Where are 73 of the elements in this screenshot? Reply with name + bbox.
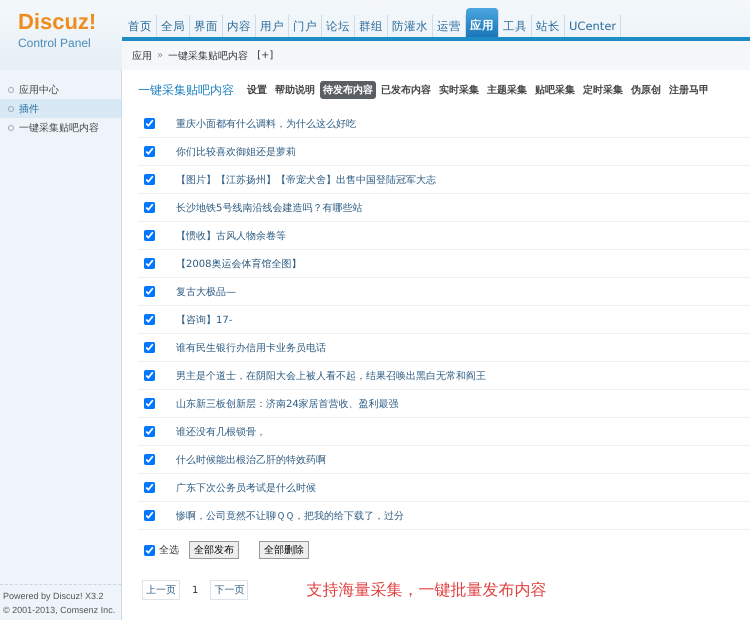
row-checkbox[interactable] bbox=[144, 454, 155, 465]
row-checkbox[interactable] bbox=[144, 174, 155, 185]
post-title[interactable]: 什么时候能出根治乙肝的特效药啊 bbox=[176, 452, 326, 466]
nav-tab[interactable]: 界面 bbox=[190, 15, 223, 37]
row-checkbox[interactable] bbox=[144, 314, 155, 325]
post-title[interactable]: 广东下次公务员考试是什么时候 bbox=[176, 480, 316, 494]
add-link[interactable]: [+] bbox=[257, 50, 274, 61]
nav-tab[interactable]: 站长 bbox=[532, 15, 565, 37]
plugin-tab[interactable]: 设置 bbox=[244, 81, 270, 99]
row-checkbox[interactable] bbox=[144, 370, 155, 381]
nav-tab[interactable]: 工具 bbox=[499, 15, 532, 37]
post-title[interactable]: 【2008奥运会体育馆全图】 bbox=[176, 256, 302, 270]
plugin-tab[interactable]: 实时采集 bbox=[436, 81, 482, 99]
row-checkbox[interactable] bbox=[144, 146, 155, 157]
footer-text: © 2001-2013, Comsenz Inc. bbox=[3, 604, 116, 617]
nav-tab[interactable]: 用户 bbox=[256, 15, 289, 37]
nav-tab[interactable]: UCenter bbox=[565, 15, 622, 37]
plugin-tab[interactable]: 帮助说明 bbox=[272, 81, 318, 99]
row-checkbox[interactable] bbox=[144, 342, 155, 353]
sidebar-item[interactable]: 插件 bbox=[0, 99, 121, 118]
post-title[interactable]: 男主是个道士，在阴阳大会上被人看不起，结果召唤出黑白无常和阎王 bbox=[176, 368, 486, 382]
row-checkbox[interactable] bbox=[144, 258, 155, 269]
prev-page-link[interactable]: 上一页 bbox=[142, 580, 180, 600]
sidebar-item[interactable]: 一键采集贴吧内容 bbox=[0, 118, 121, 137]
caption-text: 支持海量采集，一键批量发布内容 bbox=[306, 580, 546, 600]
plugin-tab[interactable]: 主题采集 bbox=[484, 81, 530, 99]
select-all-checkbox[interactable] bbox=[144, 544, 155, 556]
row-checkbox[interactable] bbox=[144, 202, 155, 213]
post-title[interactable]: 【惯收】古风人物余卷等 bbox=[176, 228, 286, 242]
next-page-link[interactable]: 下一页 bbox=[210, 580, 248, 600]
row-checkbox[interactable] bbox=[144, 286, 155, 297]
current-page: 1 bbox=[192, 584, 198, 596]
row-checkbox[interactable] bbox=[144, 398, 155, 409]
post-title[interactable]: 谁有民生银行办信用卡业务员电话 bbox=[176, 340, 326, 354]
plugin-title: 一键采集贴吧内容 bbox=[138, 82, 234, 98]
row-checkbox[interactable] bbox=[144, 426, 155, 437]
plugin-tab[interactable]: 注册马甲 bbox=[666, 81, 712, 99]
nav-tab[interactable]: 全局 bbox=[157, 15, 190, 37]
row-checkbox[interactable] bbox=[144, 230, 155, 241]
post-title[interactable]: 你们比较喜欢御姐还是萝莉 bbox=[176, 144, 296, 158]
plugin-tab[interactable]: 待发布内容 bbox=[320, 81, 376, 99]
plugin-tab[interactable]: 已发布内容 bbox=[378, 81, 434, 99]
footer-text: Powered by Discuz! X3.2 bbox=[3, 590, 105, 603]
row-checkbox[interactable] bbox=[144, 510, 155, 521]
breadcrumb-separator: » bbox=[157, 50, 164, 61]
post-title[interactable]: 【图片】【江苏扬州】【帝宠犬舍】出售中国登陆冠军大志 bbox=[176, 172, 436, 186]
post-title[interactable]: 复古大极品— bbox=[176, 284, 236, 298]
action-button[interactable]: 全部删除 bbox=[259, 541, 309, 559]
post-title[interactable]: 【咨询】17- bbox=[176, 312, 232, 326]
plugin-tab[interactable]: 贴吧采集 bbox=[532, 81, 578, 99]
post-title[interactable]: 谁还没有几根锁骨， bbox=[176, 424, 266, 438]
post-title[interactable]: 重庆小面都有什么调料，为什么这么好吃 bbox=[176, 116, 356, 130]
post-title[interactable]: 山东新三板创新层：济南24家居首营收、盈利最强 bbox=[176, 396, 399, 410]
post-title[interactable]: 长沙地铁5号线南沿线会建造吗？有哪些站 bbox=[176, 200, 362, 214]
logo-subtitle: Control Panel bbox=[18, 36, 92, 50]
breadcrumb-link[interactable]: 应用 bbox=[132, 48, 152, 62]
post-title[interactable]: 惨啊，公司竟然不让聊ＱＱ，把我的给下载了，过分 bbox=[176, 508, 404, 522]
nav-tab[interactable]: 防灌水 bbox=[388, 15, 433, 37]
nav-tab[interactable]: 内容 bbox=[223, 15, 256, 37]
nav-tab[interactable]: 群组 bbox=[355, 15, 388, 37]
row-checkbox[interactable] bbox=[144, 118, 155, 129]
plugin-tab[interactable]: 伪原创 bbox=[628, 81, 664, 99]
nav-tab[interactable]: 门户 bbox=[289, 15, 322, 37]
action-button[interactable]: 全部发布 bbox=[189, 541, 239, 559]
row-checkbox[interactable] bbox=[144, 482, 155, 493]
nav-tab[interactable]: 论坛 bbox=[322, 15, 355, 37]
plugin-tab[interactable]: 定时采集 bbox=[580, 81, 626, 99]
nav-tab[interactable]: 应用 bbox=[466, 8, 499, 37]
sidebar-item[interactable]: 应用中心 bbox=[0, 80, 121, 99]
logo: Discuz! bbox=[18, 10, 98, 34]
select-all-label: 全选 bbox=[159, 544, 179, 557]
breadcrumb-current: 一键采集贴吧内容 bbox=[168, 50, 248, 62]
nav-tab[interactable]: 首页 bbox=[124, 15, 157, 37]
